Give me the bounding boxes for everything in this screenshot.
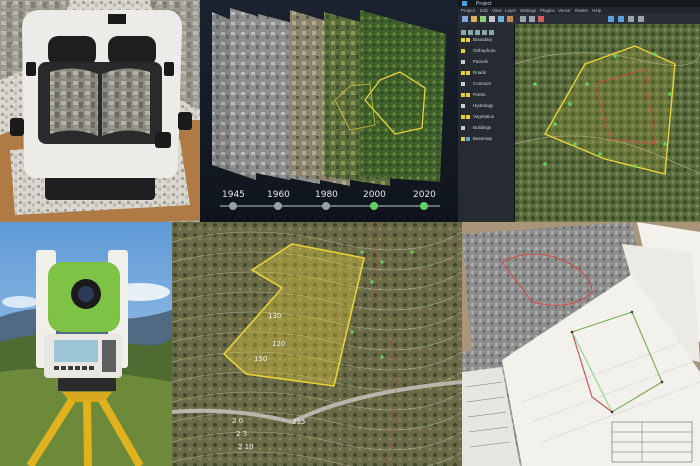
imagery-time-series-panel: 1945 1960 1980 2000 2020 — [200, 0, 458, 222]
layer-item-3[interactable]: Parcels — [473, 59, 488, 64]
stereoscope-photo-panel — [0, 0, 200, 222]
layer-item-2[interactable]: Orthophoto — [473, 48, 496, 53]
stacked-orthophotos — [212, 8, 446, 210]
app-logo-icon — [462, 1, 467, 6]
timeline-year-2020: 2020 — [413, 190, 436, 200]
contour-label: 2 0 — [232, 417, 244, 425]
total-station-photo-panel — [0, 222, 172, 466]
menu-help[interactable]: Help — [592, 8, 601, 13]
layer-item-10[interactable]: Basemap — [473, 136, 492, 141]
paper-survey-plans — [462, 222, 700, 466]
layer-item-8[interactable]: Vegetation — [473, 114, 494, 119]
timeline-year-1980: 1980 — [315, 190, 338, 200]
timeline-node-2000[interactable] — [370, 202, 378, 210]
contour-label: 130 — [268, 312, 282, 320]
timeline-year-1960: 1960 — [267, 190, 290, 200]
timeline-year-1945: 1945 — [222, 190, 245, 200]
contour-label: 150 — [254, 355, 268, 363]
contour-label: 120 — [272, 340, 286, 348]
menu-project[interactable]: Project — [461, 8, 475, 13]
contour-label: 2 3 — [236, 430, 248, 438]
gis-app-window: Project Project Edit View Layer Settings… — [458, 0, 700, 222]
layer-item-4[interactable]: Roads — [473, 70, 486, 75]
layer-item-5[interactable]: Contours — [473, 81, 491, 86]
menu-edit[interactable]: Edit — [480, 8, 488, 13]
contour-label: 235 — [292, 418, 306, 426]
timeline-node-1945[interactable] — [229, 202, 237, 210]
timeline-node-1980[interactable] — [322, 202, 330, 210]
gis-map-canvas[interactable] — [515, 24, 700, 222]
contour-orthophoto-panel: 130 120 150 2 0 2 3 2 10 235 — [172, 222, 462, 466]
menu-plugins[interactable]: Plugins — [540, 8, 555, 13]
layer-item-6[interactable]: Points — [473, 92, 486, 97]
menu-settings[interactable]: Settings — [520, 8, 536, 13]
gis-title-bar: Project — [458, 0, 700, 7]
timeline-node-1960[interactable] — [274, 202, 282, 210]
timeline-year-2000: 2000 — [363, 190, 386, 200]
contour-label: 2 10 — [238, 443, 254, 451]
gis-menu-bar: Project Edit View Layer Settings Plugins… — [458, 7, 700, 14]
menu-view[interactable]: View — [492, 8, 502, 13]
menu-vector[interactable]: Vector — [558, 8, 571, 13]
photo-2020 — [360, 10, 446, 182]
survey-plans-photo-panel — [462, 222, 700, 466]
menu-raster[interactable]: Raster — [575, 8, 588, 13]
layer-item-7[interactable]: Hydrology — [473, 103, 493, 108]
stereoscope-illustration — [0, 0, 200, 222]
menu-layer[interactable]: Layer — [505, 8, 516, 13]
layer-item-1[interactable]: Boundary — [473, 37, 492, 42]
timeline-node-2020[interactable] — [420, 202, 428, 210]
layer-item-9[interactable]: Buildings — [473, 125, 491, 130]
gis-toolbar — [458, 14, 700, 24]
contour-map[interactable] — [172, 222, 462, 466]
total-station-illustration — [0, 222, 172, 466]
